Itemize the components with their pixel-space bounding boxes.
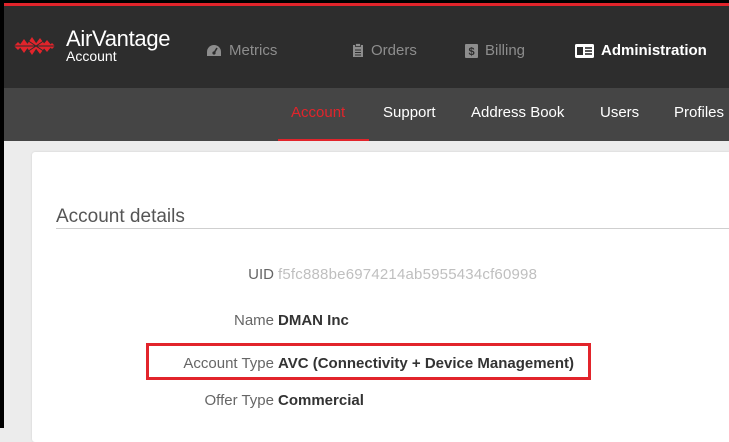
account-details-card: Account details UID f5fc888be6974214ab59… [32,152,729,442]
subnav-item-support[interactable]: Support [383,104,436,121]
field-label-name: Name [233,312,274,329]
subnav-active-indicator [278,139,369,141]
brand-subtitle: Account [66,48,117,64]
sub-navigation-bar: Account Support Address Book Users Profi… [4,88,729,141]
nav-item-orders[interactable]: Orders [352,42,417,59]
subnav-item-users[interactable]: Users [600,104,639,121]
dollar-icon: $ [465,43,478,58]
field-value-offer-type: Commercial [278,392,364,409]
field-row-uid: UID f5fc888be6974214ab5955434cf60998 [32,266,729,288]
nav-item-metrics[interactable]: Metrics [206,42,277,59]
nav-item-administration[interactable]: Administration [575,42,707,59]
field-value-uid: f5fc888be6974214ab5955434cf60998 [278,266,538,283]
airvantage-logo-icon [14,36,56,55]
nav-item-billing[interactable]: $ Billing [465,42,525,59]
nav-item-metrics-label: Metrics [229,42,278,59]
subnav-item-profiles[interactable]: Profiles [674,104,724,121]
clipboard-icon [352,43,364,58]
top-navigation-bar: AirVantage Account Metrics Orders $ Bill… [4,3,729,90]
field-row-offer-type: Offer Type Commercial [32,392,729,414]
brand-text: AirVantage Account [66,26,171,64]
subnav-item-address-book[interactable]: Address Book [471,104,564,121]
nav-item-administration-label: Administration [601,42,707,59]
account-type-highlight-box [146,343,591,380]
nav-item-billing-label: Billing [485,42,526,59]
svg-text:$: $ [468,46,474,58]
card-divider [56,228,729,229]
brand-name: AirVantage [66,26,171,51]
id-card-icon [575,43,594,58]
brand-logo[interactable]: AirVantage Account [14,26,171,64]
field-row-name: Name DMAN Inc [32,312,729,334]
field-value-name: DMAN Inc [278,312,349,329]
field-label-offer-type: Offer Type [204,392,275,409]
dashboard-icon [206,44,222,58]
field-label-uid: UID [248,266,274,283]
subnav-item-account[interactable]: Account [291,104,345,121]
nav-item-orders-label: Orders [371,42,417,59]
card-title: Account details [56,205,185,227]
